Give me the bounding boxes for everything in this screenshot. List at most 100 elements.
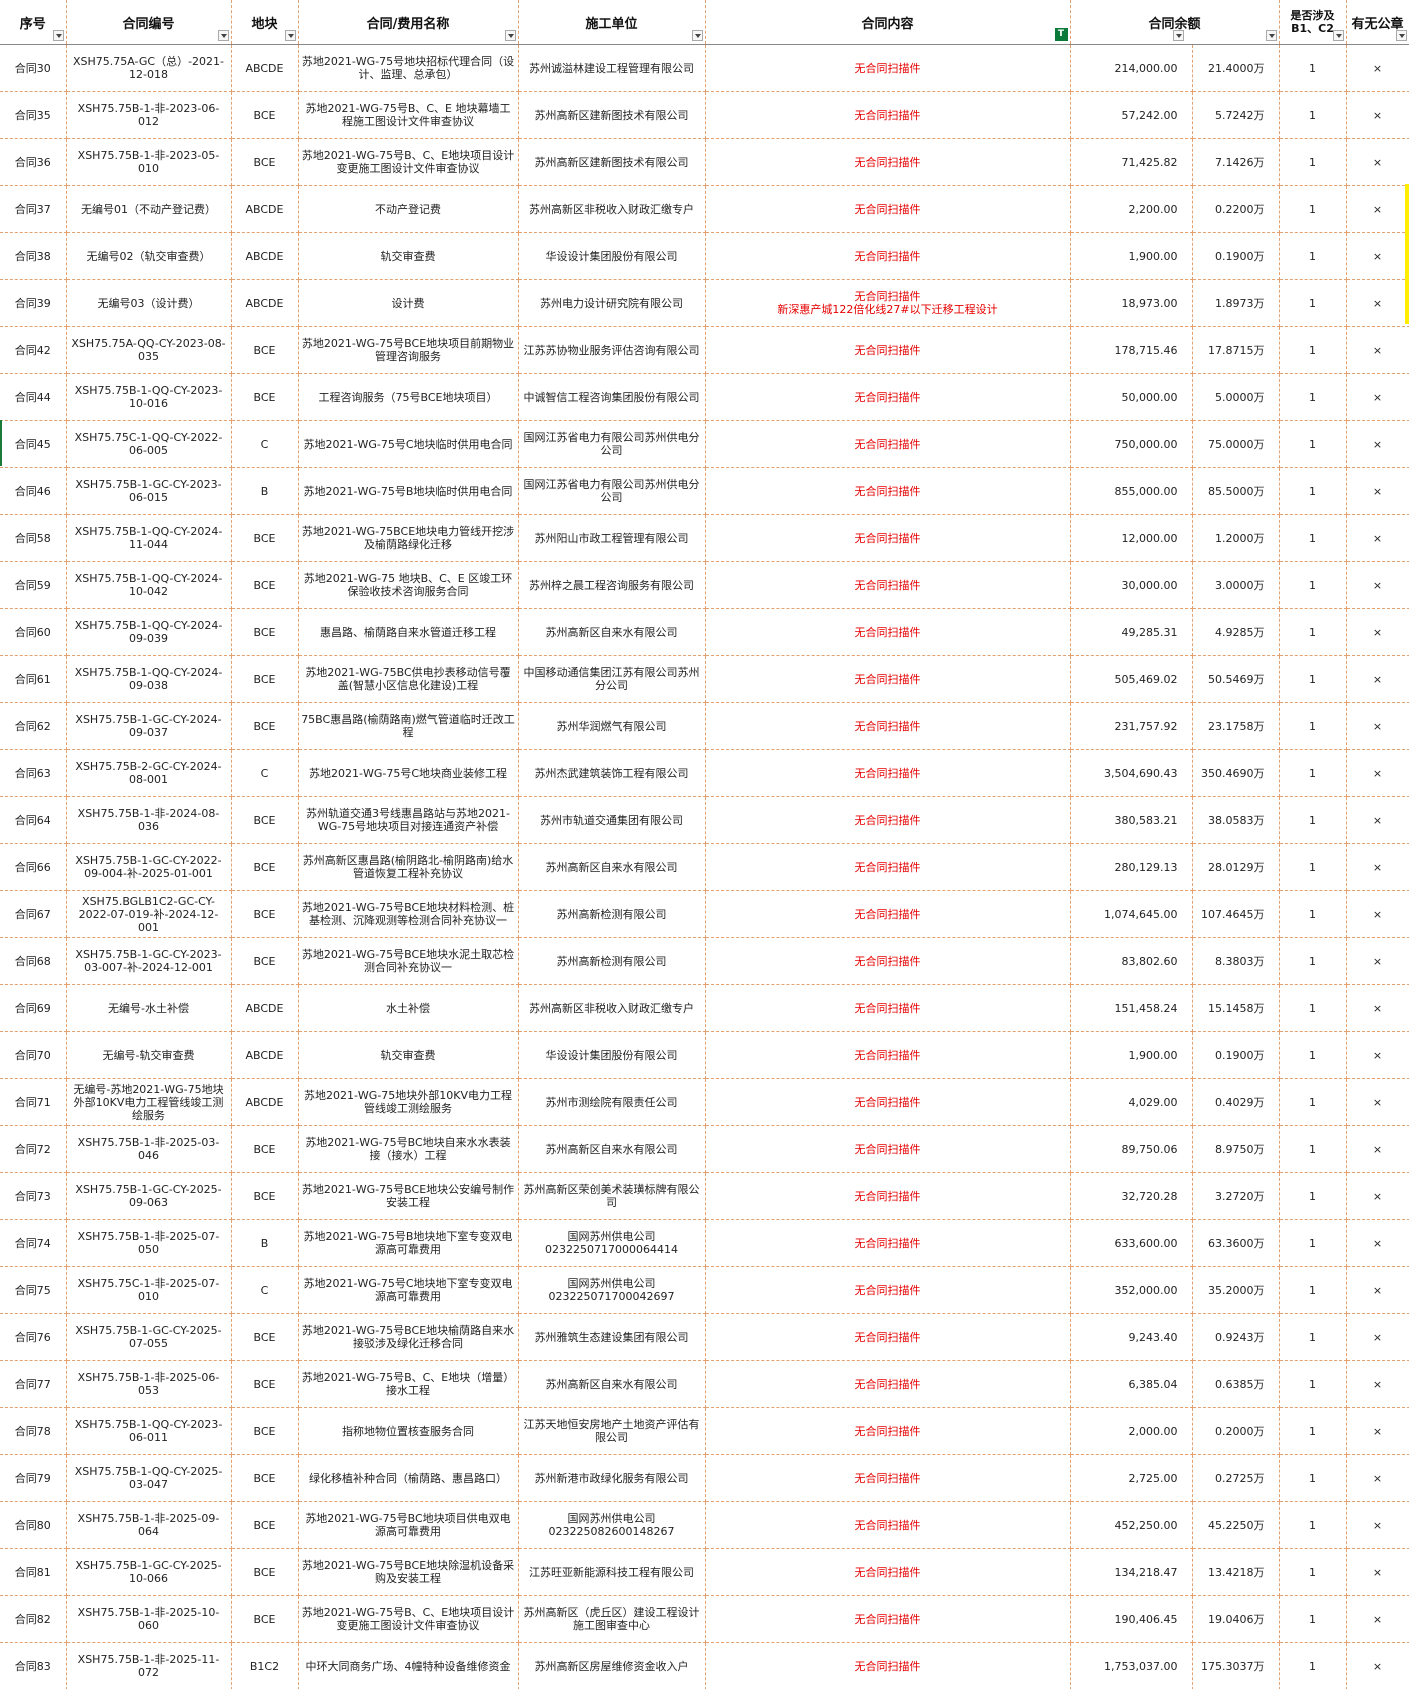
cell-plot[interactable]: BCE [231, 1454, 299, 1502]
cell-amount-wan[interactable]: 350.4690万 [1192, 749, 1280, 797]
cell-code[interactable]: XSH75.75B-2-GC-CY-2024-08-001 [66, 749, 232, 797]
cell-involve[interactable]: 1 [1279, 467, 1347, 515]
cell-unit[interactable]: 江苏苏协物业服务评估咨询有限公司 [518, 326, 706, 374]
cell-code[interactable]: XSH75.75B-1-GC-CY-2023-03-007-补-2024-12-… [66, 937, 232, 985]
cell-amount-wan[interactable]: 7.1426万 [1192, 138, 1280, 186]
cell-seq[interactable]: 合同79 [0, 1454, 67, 1502]
cell-amount[interactable]: 89,750.06 [1070, 1125, 1193, 1173]
cell-amount[interactable]: 633,600.00 [1070, 1219, 1193, 1267]
filter-icon[interactable]: T [1054, 28, 1068, 41]
cell-name[interactable]: 苏地2021-WG-75号B、C、E地块项目设计变更施工图设计文件审查协议 [298, 138, 519, 186]
cell-amount-wan[interactable]: 175.3037万 [1192, 1642, 1280, 1689]
cell-seq[interactable]: 合同44 [0, 373, 67, 421]
cell-content[interactable]: 无合同扫描件 [705, 1407, 1071, 1455]
cell-amount[interactable]: 380,583.21 [1070, 796, 1193, 844]
cell-code[interactable]: XSH75.75B-1-非-2025-11-072 [66, 1642, 232, 1689]
cell-content[interactable]: 无合同扫描件 [705, 1078, 1071, 1126]
cell-unit[interactable]: 苏州高新区自来水有限公司 [518, 843, 706, 891]
cell-unit[interactable]: 苏州高新区荣创美术装璜标牌有限公司 [518, 1172, 706, 1220]
cell-amount[interactable]: 83,802.60 [1070, 937, 1193, 985]
cell-unit[interactable]: 苏州高新区建新图技术有限公司 [518, 138, 706, 186]
cell-unit[interactable]: 苏州高新区自来水有限公司 [518, 608, 706, 656]
cell-stamp[interactable]: × [1346, 185, 1409, 233]
cell-seq[interactable]: 合同46 [0, 467, 67, 515]
cell-amount[interactable]: 151,458.24 [1070, 984, 1193, 1032]
cell-seq[interactable]: 合同76 [0, 1313, 67, 1361]
cell-involve[interactable]: 1 [1279, 1501, 1347, 1549]
cell-name[interactable]: 苏地2021-WG-75号BCE地块公安编号制作安装工程 [298, 1172, 519, 1220]
cell-name[interactable]: 设计费 [298, 279, 519, 327]
cell-amount[interactable]: 750,000.00 [1070, 420, 1193, 468]
cell-content[interactable]: 无合同扫描件 [705, 1454, 1071, 1502]
cell-stamp[interactable]: × [1346, 514, 1409, 562]
cell-plot[interactable]: BCE [231, 937, 299, 985]
cell-name[interactable]: 不动产登记费 [298, 185, 519, 233]
cell-unit[interactable]: 苏州高新区建新图技术有限公司 [518, 91, 706, 139]
cell-stamp[interactable]: × [1346, 561, 1409, 609]
cell-content[interactable]: 无合同扫描件 [705, 749, 1071, 797]
cell-stamp[interactable]: × [1346, 843, 1409, 891]
cell-stamp[interactable]: × [1346, 1642, 1409, 1689]
cell-code[interactable]: XSH75.75B-1-GC-CY-2022-09-004-补-2025-01-… [66, 843, 232, 891]
cell-content[interactable]: 无合同扫描件 [705, 1360, 1071, 1408]
cell-amount[interactable]: 352,000.00 [1070, 1266, 1193, 1314]
cell-involve[interactable]: 1 [1279, 937, 1347, 985]
cell-involve[interactable]: 1 [1279, 608, 1347, 656]
cell-unit[interactable]: 苏州电力设计研究院有限公司 [518, 279, 706, 327]
cell-amount-wan[interactable]: 63.3600万 [1192, 1219, 1280, 1267]
cell-involve[interactable]: 1 [1279, 326, 1347, 374]
cell-amount-wan[interactable]: 23.1758万 [1192, 702, 1280, 750]
cell-name[interactable]: 苏地2021-WG-75号BC地块自来水水表装接（接水）工程 [298, 1125, 519, 1173]
cell-content[interactable]: 无合同扫描件 [705, 185, 1071, 233]
cell-amount[interactable]: 178,715.46 [1070, 326, 1193, 374]
cell-unit[interactable]: 苏州高新区房屋维修资金收入户 [518, 1642, 706, 1689]
cell-seq[interactable]: 合同67 [0, 890, 67, 938]
cell-content[interactable]: 无合同扫描件 [705, 702, 1071, 750]
cell-seq[interactable]: 合同39 [0, 279, 67, 327]
cell-amount-wan[interactable]: 4.9285万 [1192, 608, 1280, 656]
cell-code[interactable]: 无编号-苏地2021-WG-75地块外部10KV电力工程管线竣工测绘服务 [66, 1078, 232, 1126]
cell-seq[interactable]: 合同78 [0, 1407, 67, 1455]
cell-unit[interactable]: 中国移动通信集团江苏有限公司苏州分公司 [518, 655, 706, 703]
cell-amount[interactable]: 505,469.02 [1070, 655, 1193, 703]
cell-amount-wan[interactable]: 5.7242万 [1192, 91, 1280, 139]
cell-plot[interactable]: C [231, 749, 299, 797]
cell-seq[interactable]: 合同62 [0, 702, 67, 750]
cell-amount[interactable]: 49,285.31 [1070, 608, 1193, 656]
cell-unit[interactable]: 江苏旺亚新能源科技工程有限公司 [518, 1548, 706, 1596]
cell-amount[interactable]: 50,000.00 [1070, 373, 1193, 421]
cell-seq[interactable]: 合同58 [0, 514, 67, 562]
cell-stamp[interactable]: × [1346, 1031, 1409, 1079]
cell-content[interactable]: 无合同扫描件 [705, 326, 1071, 374]
cell-plot[interactable]: ABCDE [231, 279, 299, 327]
cell-amount[interactable]: 1,074,645.00 [1070, 890, 1193, 938]
cell-code[interactable]: XSH75.75A-GC（总）-2021-12-018 [66, 44, 232, 92]
cell-involve[interactable]: 1 [1279, 1595, 1347, 1643]
cell-unit[interactable]: 苏州市轨道交通集团有限公司 [518, 796, 706, 844]
cell-unit[interactable]: 苏州高新区非税收入财政汇缴专户 [518, 185, 706, 233]
chevron-down-icon[interactable] [52, 30, 64, 41]
cell-amount-wan[interactable]: 107.4645万 [1192, 890, 1280, 938]
cell-amount-wan[interactable]: 8.9750万 [1192, 1125, 1280, 1173]
cell-name[interactable]: 指称地物位置核查服务合同 [298, 1407, 519, 1455]
cell-code[interactable]: XSH75.75C-1-QQ-CY-2022-06-005 [66, 420, 232, 468]
cell-name[interactable]: 苏地2021-WG-75号BC地块项目供电双电源高可靠费用 [298, 1501, 519, 1549]
cell-content[interactable]: 无合同扫描件 [705, 1548, 1071, 1596]
cell-seq[interactable]: 合同60 [0, 608, 67, 656]
cell-plot[interactable]: C [231, 420, 299, 468]
cell-seq[interactable]: 合同83 [0, 1642, 67, 1689]
cell-stamp[interactable]: × [1346, 655, 1409, 703]
cell-unit[interactable]: 苏州高新区自来水有限公司 [518, 1360, 706, 1408]
cell-seq[interactable]: 合同73 [0, 1172, 67, 1220]
cell-name[interactable]: 水土补偿 [298, 984, 519, 1032]
chevron-down-icon[interactable] [217, 30, 229, 41]
cell-code[interactable]: XSH75.75A-QQ-CY-2023-08-035 [66, 326, 232, 374]
cell-unit[interactable]: 国网苏州供电公司 023225082600148267 [518, 1501, 706, 1549]
cell-name[interactable]: 苏地2021-WG-75号BCE地块项目前期物业管理咨询服务 [298, 326, 519, 374]
cell-involve[interactable]: 1 [1279, 138, 1347, 186]
cell-content[interactable]: 无合同扫描件 [705, 796, 1071, 844]
cell-code[interactable]: XSH75.75B-1-非-2023-05-010 [66, 138, 232, 186]
cell-content[interactable]: 无合同扫描件 [705, 1219, 1071, 1267]
cell-amount[interactable]: 32,720.28 [1070, 1172, 1193, 1220]
cell-content[interactable]: 无合同扫描件 [705, 1125, 1071, 1173]
